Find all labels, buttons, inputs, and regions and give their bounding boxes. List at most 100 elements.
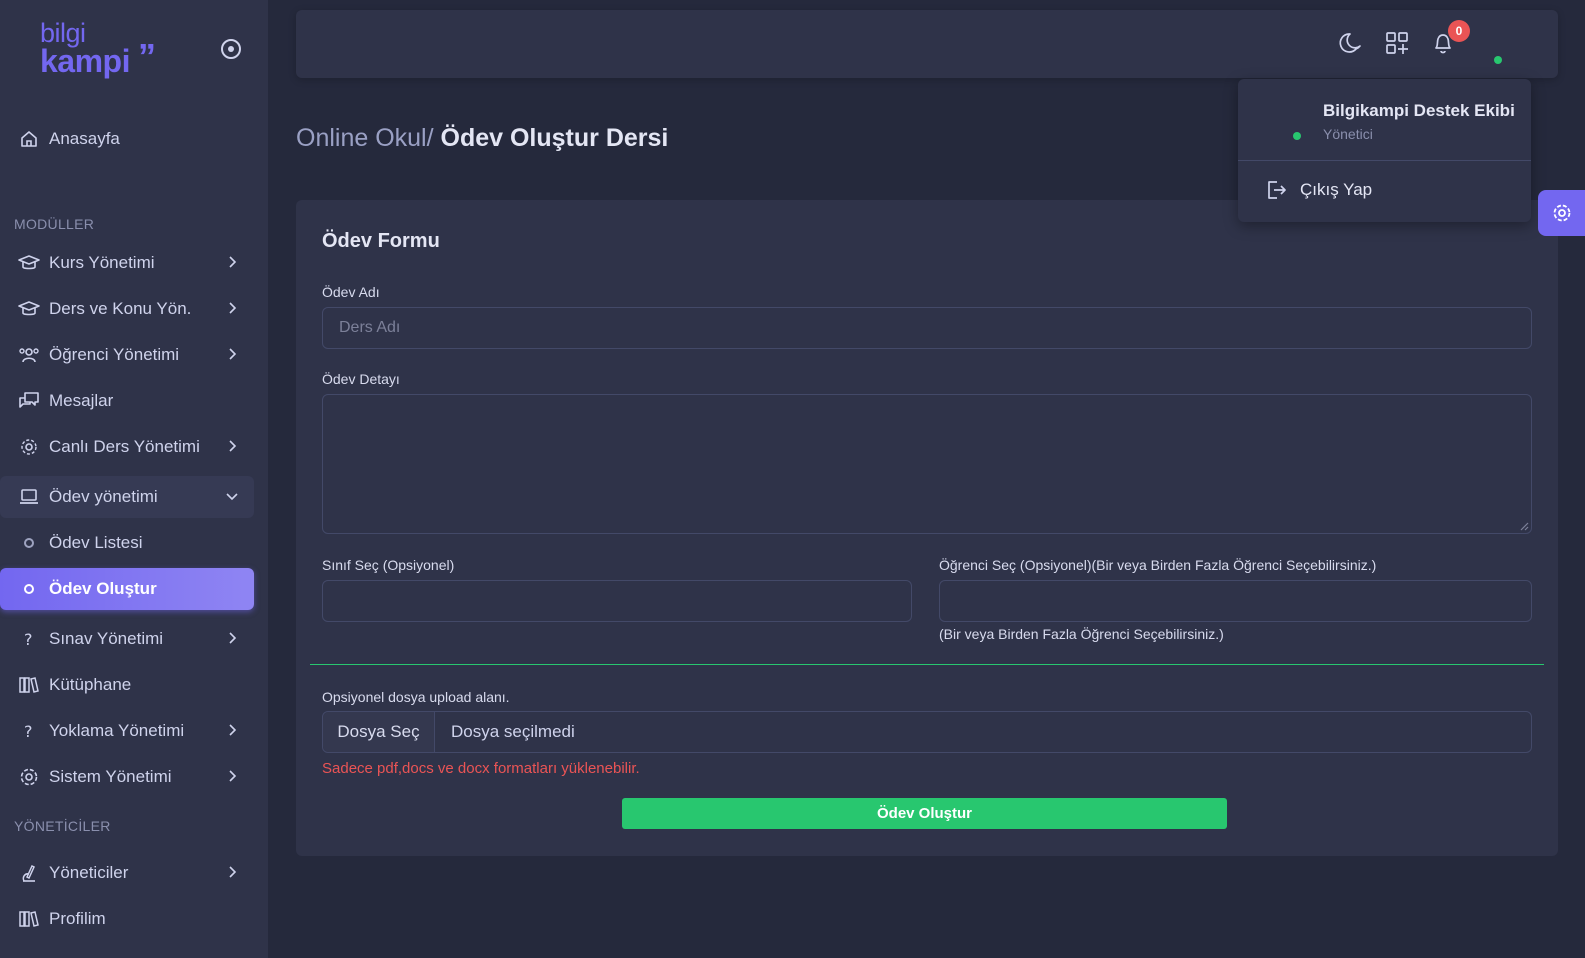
- circle-icon: [24, 584, 34, 594]
- sidebar-item-homework[interactable]: Ödev yönetimi: [0, 476, 254, 518]
- sidebar-item-label: Ödev Oluştur: [49, 579, 157, 598]
- sidebar-item-label: Sınav Yönetimi: [49, 629, 164, 648]
- user-online-dot: [1293, 132, 1301, 140]
- user-dropdown: Bilgikampi Destek Ekibi Yönetici Çıkış Y…: [1238, 79, 1531, 222]
- question-icon: ?: [18, 628, 40, 650]
- books-icon: [18, 908, 40, 930]
- apps-add-icon[interactable]: [1384, 30, 1410, 56]
- student-select-label: Öğrenci Seç (Opsiyonel)(Bir veya Birden …: [939, 557, 1377, 573]
- customizer-toggle-button[interactable]: [1538, 190, 1585, 236]
- homework-name-input[interactable]: Ders Adı: [322, 307, 1532, 349]
- user-role: Yönetici: [1323, 126, 1373, 142]
- sidebar-item-label: Kütüphane: [49, 675, 132, 694]
- chevron-right-icon: [224, 864, 240, 880]
- sidebar-item-students[interactable]: Öğrenci Yönetimi: [0, 334, 254, 376]
- chevron-right-icon: [224, 768, 240, 784]
- upload-label: Opsiyonel dosya upload alanı.: [322, 689, 510, 705]
- chevron-right-icon: [224, 300, 240, 316]
- homework-name-placeholder: Ders Adı: [339, 319, 401, 336]
- sidebar-item-label: Profilim: [49, 909, 106, 928]
- class-select[interactable]: [322, 580, 912, 622]
- messages-icon: [18, 390, 40, 412]
- graduation-cap-icon: [18, 298, 40, 320]
- notification-badge: 0: [1448, 20, 1470, 42]
- sidebar-item-label: Ödev Listesi: [49, 533, 143, 552]
- sidebar-item-messages[interactable]: Mesajlar: [0, 380, 254, 422]
- chevron-right-icon: [224, 346, 240, 362]
- gear-icon: [1551, 202, 1573, 224]
- sidebar-item-exams[interactable]: ? Sınav Yönetimi: [0, 618, 254, 660]
- homework-form-card: Ödev Formu Ödev Adı Ders Adı Ödev Detayı…: [296, 200, 1558, 856]
- graduation-cap-icon: [18, 252, 40, 274]
- broadcast-icon: [18, 436, 40, 458]
- sidebar-item-lessons[interactable]: Ders ve Konu Yön.: [0, 288, 254, 330]
- svg-text:?: ?: [24, 722, 33, 741]
- class-select-label: Sınıf Seç (Opsiyonel): [322, 557, 455, 573]
- sidebar-toggle-icon[interactable]: [220, 38, 242, 60]
- sidebar-item-label: Ödev yönetimi: [49, 487, 158, 506]
- sidebar-item-label: Kurs Yönetimi: [49, 253, 155, 272]
- sidebar-item-label: Canlı Ders Yönetimi: [49, 437, 200, 456]
- page-title: Ödev Oluştur Dersi: [440, 124, 669, 152]
- divider: [310, 664, 1544, 665]
- sidebar-item-home[interactable]: Anasayfa: [0, 118, 254, 160]
- microscope-icon: [18, 862, 40, 884]
- user-name: Bilgikampi Destek Ekibi: [1323, 101, 1515, 120]
- sidebar-item-label: Yöneticiler: [49, 863, 129, 882]
- sidebar-item-system[interactable]: Sistem Yönetimi: [0, 756, 254, 798]
- users-icon: [18, 344, 40, 366]
- sidebar-item-admins[interactable]: Yöneticiler: [0, 852, 254, 894]
- file-status-text: Dosya seçilmedi: [451, 722, 575, 741]
- homework-detail-label: Ödev Detayı: [322, 371, 400, 387]
- chevron-right-icon: [224, 722, 240, 738]
- student-select-hint: (Bir veya Birden Fazla Öğrenci Seçebilir…: [939, 626, 1224, 642]
- sidebar-item-attendance[interactable]: ? Yoklama Yönetimi: [0, 710, 254, 752]
- sidebar-item-profile[interactable]: Profilim: [0, 898, 254, 940]
- sidebar-item-courses[interactable]: Kurs Yönetimi: [0, 242, 254, 284]
- breadcrumb: Online Okul/ Ödev Oluştur Dersi: [296, 124, 668, 153]
- student-select[interactable]: [939, 580, 1532, 622]
- sidebar-item-label: Anasayfa: [49, 129, 120, 148]
- sidebar-item-label: Öğrenci Yönetimi: [49, 345, 180, 364]
- chevron-right-icon: [224, 438, 240, 454]
- chevron-right-icon: [224, 254, 240, 270]
- laptop-icon: [18, 486, 40, 508]
- homework-detail-textarea[interactable]: [322, 394, 1532, 534]
- breadcrumb-parent[interactable]: Online Okul/: [296, 124, 434, 152]
- logout-item[interactable]: Çıkış Yap: [1264, 175, 1372, 205]
- brand-logo[interactable]: bilgi kampi ”: [40, 20, 170, 80]
- avatar-online-dot[interactable]: [1494, 56, 1502, 64]
- sidebar-item-label: Mesajlar: [49, 391, 114, 410]
- question-icon: ?: [18, 720, 40, 742]
- choose-file-button[interactable]: Dosya Seç: [323, 712, 435, 752]
- chevron-right-icon: [224, 630, 240, 646]
- sidebar-item-homework-create[interactable]: Ödev Oluştur: [0, 568, 254, 610]
- section-label-modules: MODÜLLER: [14, 216, 95, 232]
- sidebar-item-library[interactable]: Kütüphane: [0, 664, 254, 706]
- sidebar-item-homework-list[interactable]: Ödev Listesi: [0, 522, 254, 564]
- create-homework-button[interactable]: Ödev Oluştur: [622, 798, 1227, 829]
- gear-icon: [18, 766, 40, 788]
- homework-name-label: Ödev Adı: [322, 284, 380, 300]
- quote-mark-icon: ”: [138, 36, 156, 77]
- top-navbar: 0: [296, 10, 1558, 78]
- home-icon: [18, 128, 40, 150]
- sidebar: bilgi kampi ” Anasayfa MODÜLLER Kurs Yön…: [0, 0, 268, 958]
- logout-icon: [1264, 178, 1288, 202]
- dropdown-divider: [1238, 160, 1531, 161]
- sidebar-item-label: Sistem Yönetimi: [49, 767, 172, 786]
- svg-text:?: ?: [24, 630, 33, 649]
- resize-grip-icon[interactable]: [1519, 521, 1529, 531]
- section-label-admins: YÖNETİCİLER: [14, 818, 111, 834]
- sidebar-item-label: Yoklama Yönetimi: [49, 721, 185, 740]
- logout-label: Çıkış Yap: [1300, 180, 1373, 199]
- chevron-down-icon: [224, 488, 240, 504]
- moon-icon[interactable]: [1338, 30, 1364, 56]
- sidebar-item-label: Ders ve Konu Yön.: [49, 299, 192, 318]
- file-upload-input[interactable]: Dosya Seç Dosya seçilmedi: [322, 711, 1532, 753]
- file-format-error: Sadece pdf,docs ve docx formatları yükle…: [322, 760, 640, 777]
- sidebar-item-live-lessons[interactable]: Canlı Ders Yönetimi: [0, 426, 254, 468]
- books-icon: [18, 674, 40, 696]
- form-title: Ödev Formu: [322, 230, 440, 252]
- circle-icon: [24, 538, 34, 548]
